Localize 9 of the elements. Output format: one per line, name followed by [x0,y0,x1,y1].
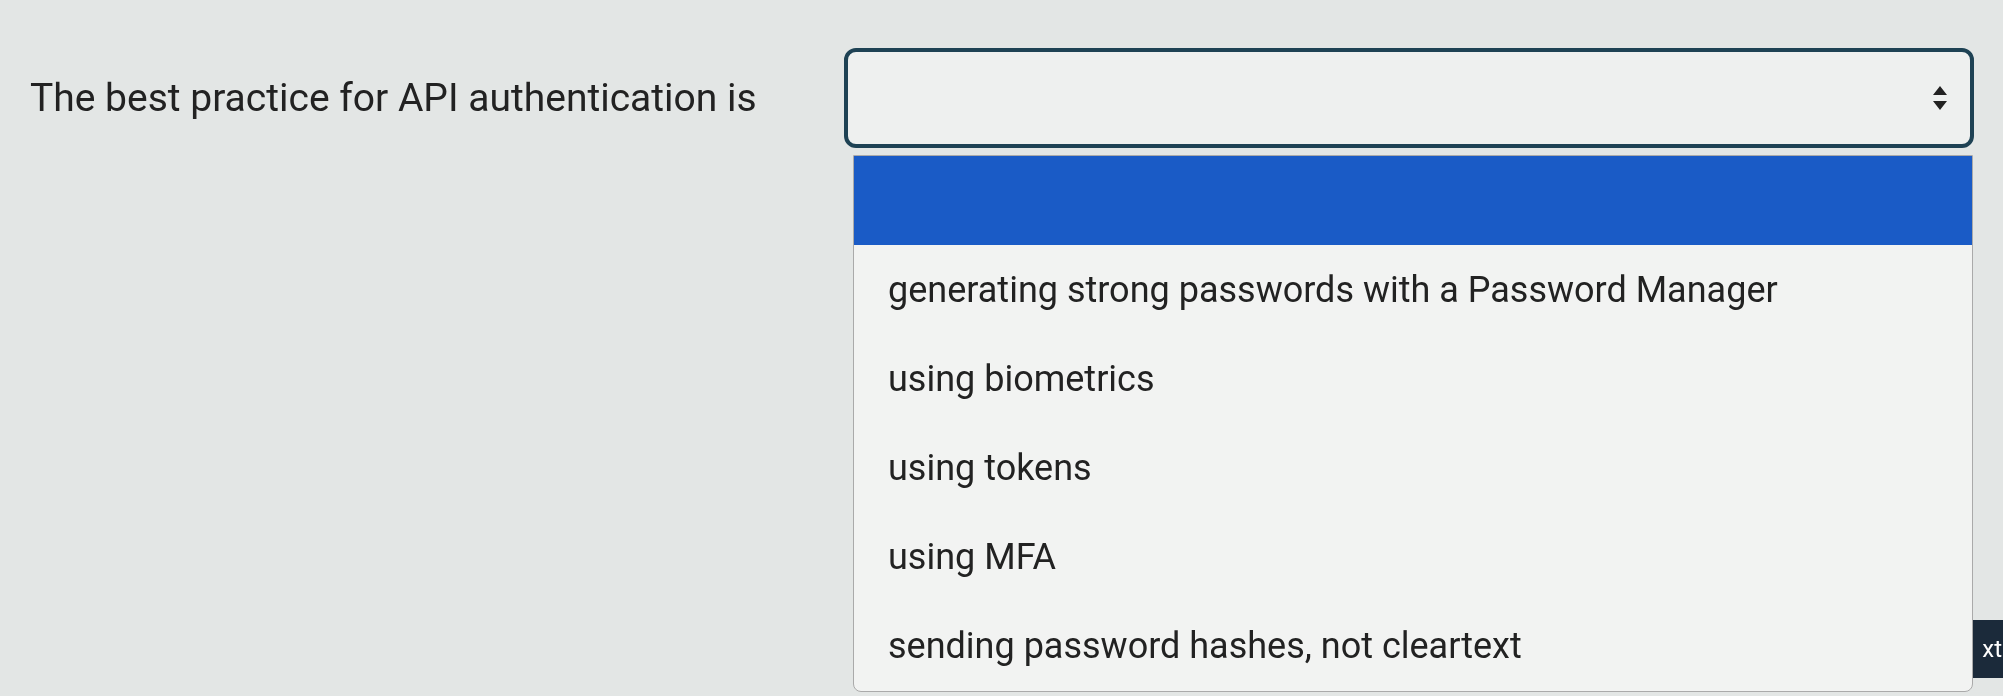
dropdown-option[interactable]: sending password hashes, not cleartext [854,601,1972,691]
dropdown-option[interactable]: using biometrics [854,334,1972,424]
next-button[interactable]: xt [1973,620,2003,678]
up-down-caret-icon [1932,85,1948,111]
dropdown-option[interactable]: using MFA [854,512,1972,602]
dropdown-option[interactable]: generating strong passwords with a Password Manager [854,245,1972,335]
dropdown-option[interactable]: using tokens [854,423,1972,513]
answer-dropdown[interactable] [844,48,1974,148]
question-text: The best practice for API authentication is [30,75,758,121]
